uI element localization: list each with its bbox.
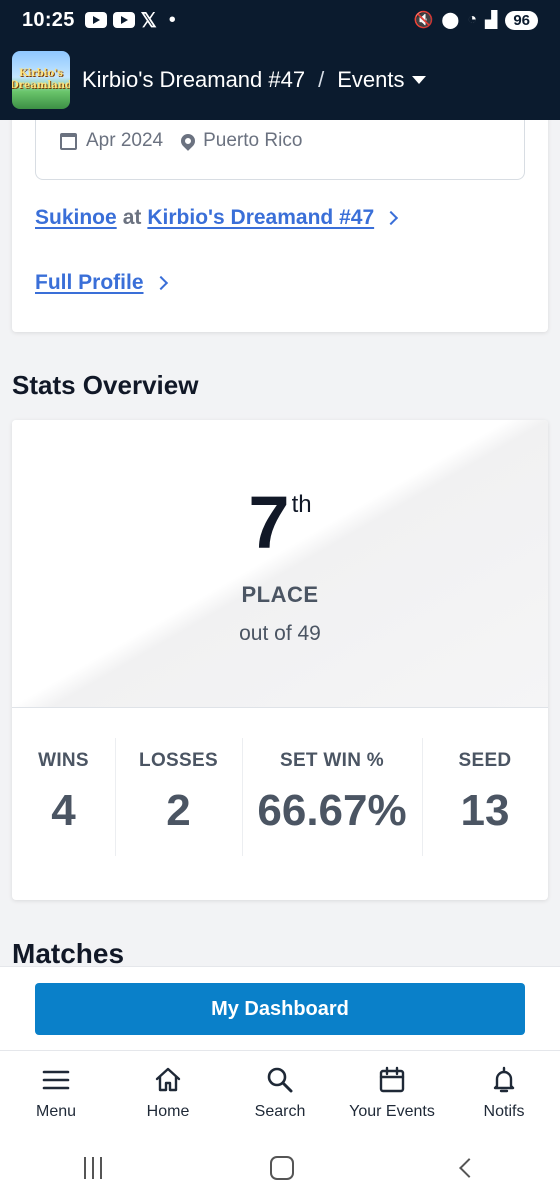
bottom-nav: Menu Home Search Your Events Notifs (0, 1050, 560, 1136)
wifi-icon: ◔ (467, 11, 477, 28)
player-link[interactable]: Sukinoe (35, 206, 117, 230)
event-link[interactable]: Kirbio's Dreamand #47 (147, 206, 374, 230)
event-name-link[interactable]: Kirbio's Dreamand #47 (82, 67, 305, 93)
matches-title: Matches (12, 938, 125, 966)
event-meta: Apr 2024 Puerto Rico (60, 130, 302, 152)
stat-wins: WINS 4 (38, 750, 89, 835)
chevron-right-icon (384, 210, 399, 226)
full-profile-link[interactable]: Full Profile (35, 271, 168, 295)
caret-down-icon[interactable] (412, 76, 427, 84)
recents-icon[interactable] (84, 1157, 102, 1179)
status-time: 10:25 (22, 8, 75, 31)
stat-losses: LOSSES 2 (115, 730, 242, 870)
calendar-icon (60, 132, 77, 150)
nav-home[interactable]: Home (112, 1051, 224, 1136)
placement-panel: 7th PLACE out of 49 (12, 420, 548, 708)
back-icon[interactable] (459, 1158, 479, 1178)
section-dropdown[interactable]: Events (337, 67, 404, 93)
search-icon (267, 1067, 293, 1093)
nav-menu[interactable]: Menu (0, 1051, 112, 1136)
player-event-card: Apr 2024 Puerto Rico Sukinoe at Kirbio's… (12, 120, 548, 332)
dashboard-bar: My Dashboard (0, 966, 560, 1050)
battery-indicator: 96 (505, 10, 538, 30)
my-dashboard-button[interactable]: My Dashboard (35, 983, 525, 1035)
x-notification-icon: 𝕏 (140, 9, 157, 32)
stats-row: WINS 4 LOSSES 2 SET WIN % 66.67% SEED 13 (12, 730, 548, 870)
header-breadcrumb: Kirbio's Dreamand #47 / Events (82, 67, 427, 93)
app-header: Kirbio's Dreamland Kirbio's Dreamand #47… (0, 40, 560, 120)
placement-number: 7th (248, 481, 312, 564)
home-button-icon[interactable] (270, 1156, 294, 1180)
location-icon: ⬤ (441, 12, 460, 29)
bell-icon (493, 1066, 515, 1093)
stat-set-win-percent: SET WIN % 66.67% (242, 730, 422, 870)
stats-overview-card: 7th PLACE out of 49 WINS 4 LOSSES 2 SET … (12, 420, 548, 900)
youtube-notification-icon (112, 12, 135, 28)
youtube-notification-icon (84, 12, 107, 28)
event-date: Apr 2024 (86, 130, 164, 151)
more-notifications-dot-icon: • (168, 8, 176, 31)
nav-search[interactable]: Search (224, 1051, 336, 1136)
stats-overview-title: Stats Overview (12, 370, 199, 400)
player-at-event-link[interactable]: Sukinoe at Kirbio's Dreamand #47 (35, 206, 399, 230)
mute-icon: 🔇 (413, 12, 434, 29)
nav-notifs[interactable]: Notifs (448, 1051, 560, 1136)
calendar-icon (379, 1066, 405, 1093)
main-content[interactable]: Apr 2024 Puerto Rico Sukinoe at Kirbio's… (0, 120, 560, 966)
location-pin-icon (178, 131, 199, 151)
event-logo[interactable]: Kirbio's Dreamland (12, 51, 70, 109)
menu-icon (42, 1070, 70, 1090)
stat-seed: SEED 13 (422, 730, 548, 870)
nav-your-events[interactable]: Your Events (336, 1051, 448, 1136)
placement-out-of: out of 49 (239, 622, 321, 645)
event-info-box: Apr 2024 Puerto Rico (35, 120, 525, 180)
breadcrumb-separator: / (318, 67, 325, 92)
home-icon (155, 1067, 181, 1092)
status-bar: 10:25 𝕏 • 🔇 ⬤ ◔ ▟ 96 (0, 0, 560, 40)
event-location: Puerto Rico (203, 130, 303, 151)
chevron-right-icon (153, 275, 168, 291)
system-nav-bar (0, 1136, 560, 1200)
placement-label: PLACE (241, 582, 319, 607)
placement-suffix: th (291, 491, 312, 518)
signal-icon: ▟ (485, 12, 498, 29)
